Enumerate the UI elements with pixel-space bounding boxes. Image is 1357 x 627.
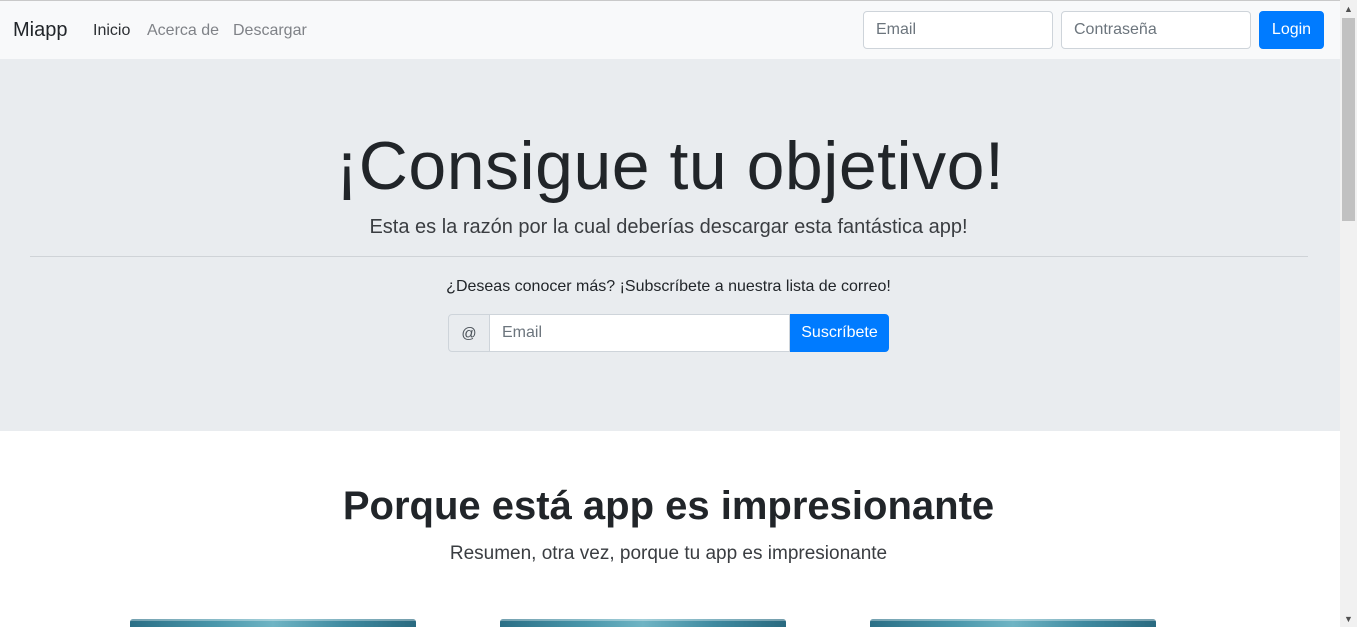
scroll-up-icon[interactable]: ▲ — [1340, 0, 1357, 17]
subscribe-form: @ Suscríbete — [448, 314, 889, 352]
hero-jumbotron: ¡Consigue tu objetivo! Esta es la razón … — [0, 59, 1340, 431]
feature-card-image — [870, 619, 1156, 627]
page: Miapp Inicio Acerca de Descargar Login ¡… — [0, 0, 1340, 627]
feature-card-image — [500, 619, 786, 627]
nav-link-inicio[interactable]: Inicio — [93, 22, 130, 40]
features-title: Porque está app es impresionante — [342, 484, 995, 528]
hero-title: ¡Consigue tu objetivo! — [335, 128, 1005, 204]
brand-logo[interactable]: Miapp — [13, 19, 67, 42]
login-password-input[interactable] — [1061, 11, 1251, 49]
navbar: Miapp Inicio Acerca de Descargar Login — [0, 1, 1340, 59]
login-button[interactable]: Login — [1259, 11, 1324, 49]
hero-divider — [30, 256, 1308, 257]
nav-link-acerca-de[interactable]: Acerca de — [147, 22, 219, 40]
subscribe-button[interactable]: Suscríbete — [790, 314, 889, 352]
at-sign-icon: @ — [448, 314, 490, 352]
nav-link-descargar[interactable]: Descargar — [233, 22, 307, 40]
feature-card-image — [130, 619, 416, 627]
scroll-down-icon[interactable]: ▼ — [1340, 610, 1357, 627]
features-lead: Resumen, otra vez, porque tu app es impr… — [449, 543, 888, 564]
hero-lead: Esta es la razón por la cual deberías de… — [369, 216, 968, 238]
login-email-input[interactable] — [863, 11, 1053, 49]
subscribe-email-input[interactable] — [490, 314, 790, 352]
subscribe-prompt: ¿Deseas conocer más? ¡Subscríbete a nues… — [446, 278, 891, 295]
page-scrollbar[interactable]: ▲ ▼ — [1340, 0, 1357, 627]
scrollbar-thumb[interactable] — [1342, 18, 1355, 221]
